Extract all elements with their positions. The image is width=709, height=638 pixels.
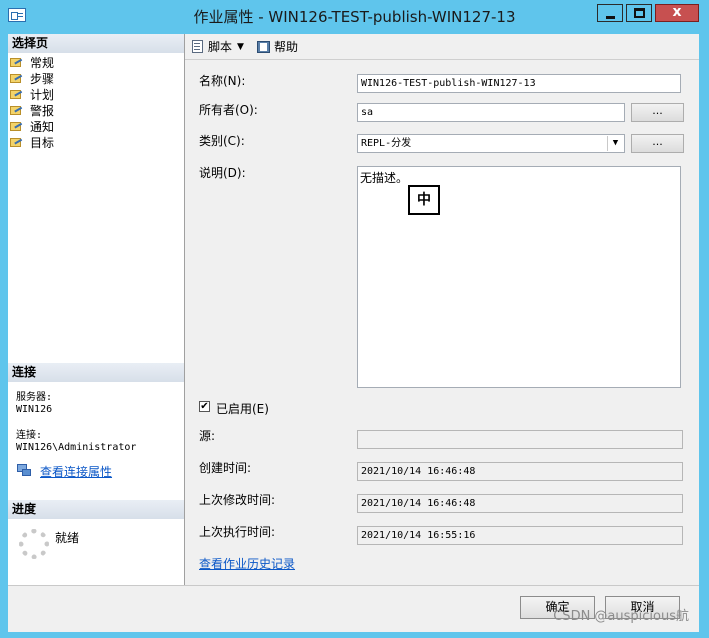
view-job-history-link[interactable]: 查看作业历史记录 [199,555,295,572]
select-page-header: 选择页 [8,34,184,53]
page-icon [10,120,24,132]
source-label: 源: [199,429,216,443]
connection-properties-icon [17,464,31,476]
toolbar: 脚本 ▼ 帮助 [185,34,699,60]
category-selected-value: REPL-分发 [361,138,412,149]
owner-field[interactable]: sa [357,103,625,122]
script-label: 脚本 [208,40,233,54]
progress-header: 进度 [8,500,184,519]
view-connection-properties-link[interactable]: 查看连接属性 [40,463,112,480]
connection-value: WIN126\Administrator [16,442,137,453]
connection-label: 连接: [16,430,43,441]
sidebar-item-schedules[interactable]: 计划 [10,86,54,102]
modified-label: 上次修改时间: [199,493,276,507]
dialog-button-bar: 确定 取消 CSDN @auspicious航 [8,585,699,632]
maximize-button[interactable] [626,4,652,22]
sidebar-item-label: 目标 [30,135,55,150]
general-form: 名称(N): WIN126-TEST-publish-WIN127-13 所有者… [185,60,699,585]
chevron-down-icon[interactable]: ▼ [237,42,244,52]
sidebar-item-label: 计划 [30,87,55,102]
page-icon [10,72,24,84]
enabled-label: 已启用(E) [216,402,269,416]
help-label: 帮助 [274,40,299,54]
description-text: 无描述。 [360,171,409,185]
executed-label: 上次执行时间: [199,525,276,539]
close-button[interactable]: x [655,4,699,22]
left-panel: 选择页 常规 步骤 计划 警报 通知 目标 连接 服务器: WIN126 连接:… [8,34,185,585]
modified-field: 2021/10/14 16:46:48 [357,494,683,513]
page-icon [10,136,24,148]
name-field[interactable]: WIN126-TEST-publish-WIN127-13 [357,74,681,93]
owner-browse-button[interactable]: ... [631,103,684,122]
right-panel: 脚本 ▼ 帮助 名称(N): WIN126-TEST-publish-WIN12… [185,34,699,585]
page-icon [10,104,24,116]
watermark: CSDN @auspicious航 [553,609,689,624]
created-label: 创建时间: [199,461,252,475]
window-controls: x [597,4,699,24]
server-value: WIN126 [16,404,53,415]
sidebar-item-targets[interactable]: 目标 [10,134,54,150]
name-label: 名称(N): [199,74,246,88]
close-icon: x [672,4,682,20]
created-field: 2021/10/14 16:46:48 [357,462,683,481]
owner-label: 所有者(O): [199,103,258,117]
sidebar-item-steps[interactable]: 步骤 [10,70,54,86]
minimize-button[interactable] [597,4,623,22]
server-label: 服务器: [16,392,53,403]
minimize-icon [606,16,615,19]
progress-spinner-icon [19,529,49,559]
source-field [357,430,683,449]
maximize-icon [634,8,645,18]
sidebar-item-label: 通知 [30,119,55,134]
page-list: 常规 步骤 计划 警报 通知 目标 [10,54,54,150]
sidebar-item-label: 常规 [30,55,55,70]
description-label: 说明(D): [199,166,246,180]
help-button[interactable]: 帮助 [257,38,298,55]
sidebar-item-general[interactable]: 常规 [10,54,54,70]
dialog-window: 作业属性 - WIN126-TEST-publish-WIN127-13 x 选… [0,0,709,638]
script-button[interactable]: 脚本 ▼ [191,38,244,55]
category-label: 类别(C): [199,134,245,148]
page-icon [10,56,24,68]
enabled-checkbox[interactable]: ✔ [199,401,210,412]
category-browse-button[interactable]: ... [631,134,684,153]
progress-status: 就绪 [55,531,80,545]
page-icon [10,88,24,100]
dialog-client: 选择页 常规 步骤 计划 警报 通知 目标 连接 服务器: WIN126 连接:… [8,34,699,632]
sidebar-item-label: 警报 [30,103,55,118]
title-bar[interactable]: 作业属性 - WIN126-TEST-publish-WIN127-13 x [0,0,709,34]
description-textarea[interactable]: 无描述。 中 [357,166,681,388]
sidebar-item-notifications[interactable]: 通知 [10,118,54,134]
help-icon [257,40,271,54]
executed-field: 2021/10/14 16:55:16 [357,526,683,545]
sidebar-item-label: 步骤 [30,71,55,86]
ime-indicator: 中 [408,185,440,215]
connection-header: 连接 [8,363,184,382]
category-select[interactable]: REPL-分发 ▼ [357,134,625,153]
dropdown-arrow-icon[interactable]: ▼ [607,136,623,151]
sidebar-item-alerts[interactable]: 警报 [10,102,54,118]
script-icon [191,39,205,54]
